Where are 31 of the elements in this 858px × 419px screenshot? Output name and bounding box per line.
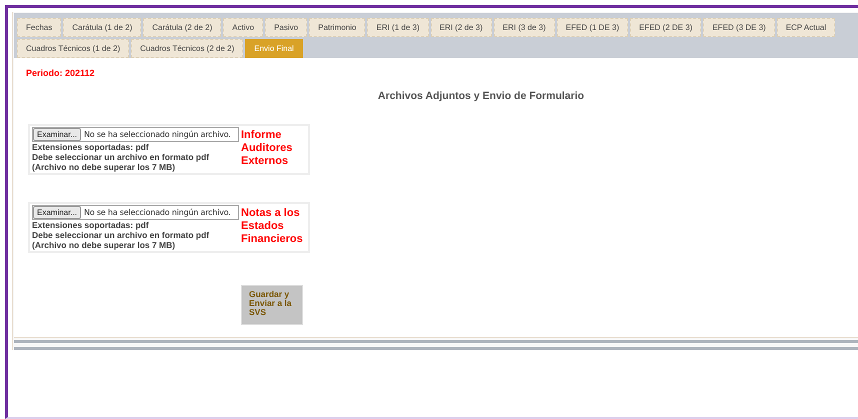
tab[interactable]: Pasivo — [265, 18, 308, 37]
file-input[interactable]: Examinar... No se ha seleccionado ningún archivo. — [32, 127, 239, 142]
upload-title: Informe Auditores Externos — [241, 128, 292, 170]
tab[interactable]: Carátula (2 de 2) — [143, 18, 222, 37]
upload-note: Debe seleccionar un archivo en formato pdf — [32, 152, 210, 162]
file-input[interactable]: Examinar... No se ha seleccionado ningún archivo. — [32, 205, 239, 220]
tab[interactable]: Cuadros Técnicos (2 de 2) — [131, 39, 244, 58]
upload-note: (Archivo no debe superar los 7 MB) — [32, 162, 176, 172]
tab[interactable]: Patrimonio — [309, 18, 366, 37]
upload-title: Notas a los Estados Financieros — [241, 206, 303, 248]
tab[interactable]: Carátula (1 de 2) — [63, 18, 142, 37]
browse-button[interactable]: Examinar... — [33, 128, 82, 142]
browse-button[interactable]: Examinar... — [33, 206, 82, 220]
tab[interactable]: EFED (3 DE 3) — [703, 18, 775, 37]
tab[interactable]: Fechas — [17, 18, 62, 37]
tab[interactable]: ERI (1 de 3) — [367, 18, 428, 37]
file-status: No se ha seleccionado ningún archivo. — [84, 206, 231, 219]
tab[interactable]: Cuadros Técnicos (1 de 2) — [17, 39, 130, 58]
upload-note: Extensiones soportadas: pdf — [32, 142, 150, 152]
tab[interactable]: ERI (3 de 3) — [494, 18, 555, 37]
tab[interactable]: ERI (2 de 3) — [430, 18, 492, 37]
upload-note: Extensiones soportadas: pdf — [32, 220, 150, 230]
upload-note: (Archivo no debe superar los 7 MB) — [32, 240, 176, 250]
period-label: Periodo: 202112 — [26, 67, 96, 80]
upload-note: Debe seleccionar un archivo en formato pdf — [32, 230, 210, 240]
tab[interactable]: EFED (2 DE 3) — [630, 18, 702, 37]
file-status: No se ha seleccionado ningún archivo. — [84, 128, 231, 141]
tab[interactable]: EFED (1 DE 3) — [556, 18, 628, 37]
page-heading: Archivos Adjuntos y Envio de Formulario — [378, 88, 584, 104]
tab[interactable]: ECP Actual — [776, 18, 836, 37]
tab[interactable]: Activo — [223, 18, 264, 37]
